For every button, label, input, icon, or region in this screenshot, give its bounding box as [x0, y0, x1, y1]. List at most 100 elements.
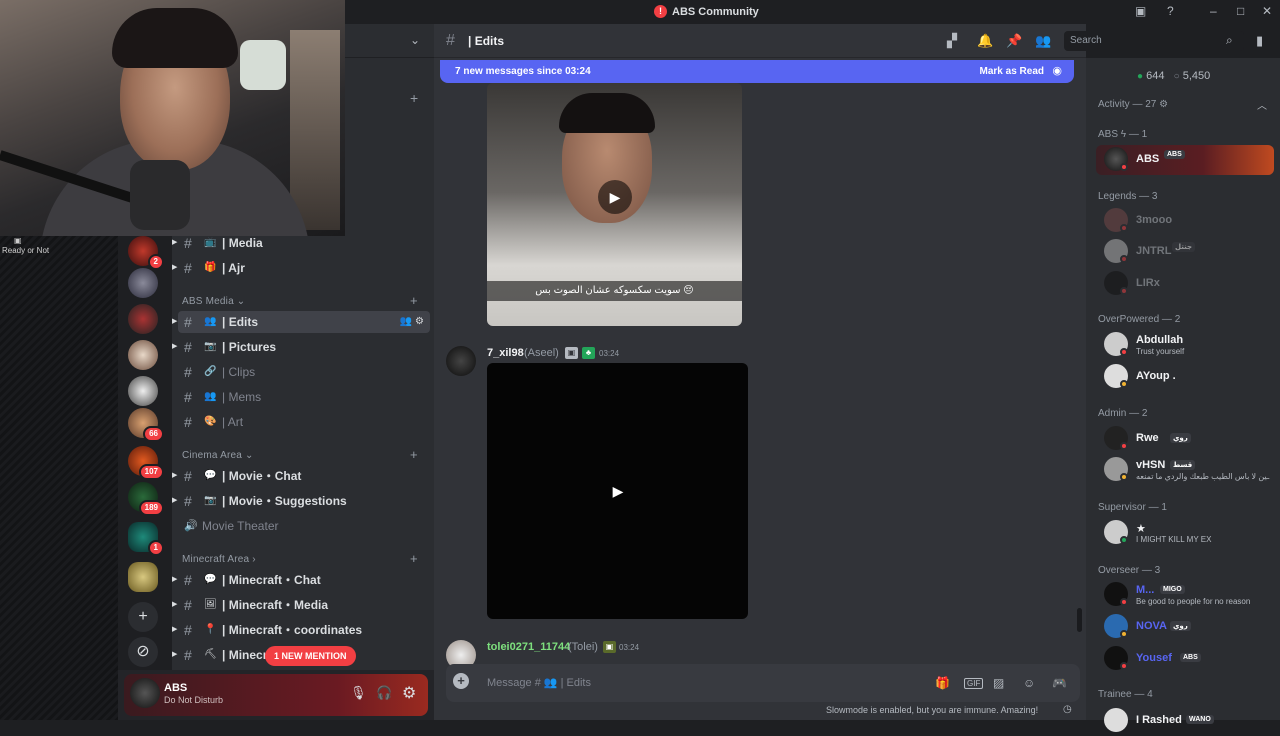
member-item[interactable]: Abdullah Trust yourself: [1096, 330, 1274, 360]
member-item[interactable]: Rwe روي: [1096, 424, 1274, 454]
server-icon[interactable]: [128, 340, 158, 370]
add-channel-icon[interactable]: +: [410, 447, 418, 462]
add-channel-icon[interactable]: +: [410, 293, 418, 308]
role-badge-icon: ♣: [582, 347, 595, 359]
message-author[interactable]: tolei0271_11744: [487, 641, 570, 653]
minimize-icon[interactable]: –: [1210, 4, 1217, 18]
channel-art[interactable]: # 🎨 | Art: [178, 411, 430, 433]
gift-icon[interactable]: 🎁: [935, 676, 950, 690]
member-item[interactable]: NOVA روي: [1096, 612, 1274, 642]
channel-movie-chat[interactable]: ▶ # 💬 | Movie・Chat: [172, 465, 430, 487]
channel-clips[interactable]: # 🔗 | Clips: [178, 361, 430, 383]
hash-icon: #: [184, 314, 192, 330]
add-attachment-icon[interactable]: +: [453, 673, 469, 689]
discover-icon[interactable]: ⊘: [128, 637, 158, 667]
activity-header[interactable]: Activity — 27 ⚙: [1098, 99, 1168, 110]
microphone-icon[interactable]: 🎙: [350, 685, 367, 701]
category-minecraft-area[interactable]: Minecraft Area ›: [182, 554, 256, 565]
channel-minecraft-coordinates[interactable]: ▶ # 📍 | Minecraft・coordinates: [172, 619, 430, 641]
channel-pictures[interactable]: ▶ # 📷 | Pictures: [172, 336, 430, 358]
maximize-icon[interactable]: □: [1237, 4, 1244, 18]
channel-movie-suggestions[interactable]: ▶ # 📷 | Movie・Suggestions: [172, 490, 430, 512]
channel-emoji: 👥: [204, 391, 217, 402]
play-icon[interactable]: ▶: [598, 180, 632, 214]
server-folder[interactable]: [128, 562, 158, 592]
member-item[interactable]: vHSN قسط ـين لا باس الطيب طبعك والردي ما ت…: [1096, 455, 1274, 485]
video-attachment[interactable]: سويت سكسوكه عشان الصوت بس 😔 ▶: [487, 83, 742, 326]
member-item[interactable]: AYoup .: [1096, 362, 1274, 392]
category-abs-media[interactable]: ABS Media ⌄: [182, 296, 245, 307]
new-messages-bar[interactable]: 7 new messages since 03:24 Mark as Read …: [440, 60, 1074, 83]
channel-emoji: 💬: [204, 574, 217, 585]
category-cinema-area[interactable]: Cinema Area ⌄: [182, 450, 254, 461]
close-icon[interactable]: ✕: [1262, 4, 1272, 18]
chevron-up-icon[interactable]: ︿: [1257, 97, 1267, 112]
slowmode-notice: Slowmode is enabled, but you are immune.…: [826, 705, 1039, 715]
member-item[interactable]: 3mooo: [1096, 206, 1274, 236]
add-server-button[interactable]: +: [128, 602, 158, 632]
voice-channel-movie-theater[interactable]: 🔊 Movie Theater: [178, 515, 430, 537]
add-channel-icon[interactable]: +: [410, 551, 418, 566]
search-icon: ⌕: [1226, 33, 1233, 47]
mention-badge: 1: [147, 540, 164, 556]
settings-gear-icon[interactable]: ⚙: [402, 683, 416, 703]
member-count: ● 644 ○ 5,450: [1137, 70, 1211, 82]
threads-icon[interactable]: ▞: [947, 33, 957, 49]
server-folder[interactable]: 189: [128, 482, 164, 516]
channel-media[interactable]: ▶ # 📺 | Media: [172, 236, 430, 254]
add-channel-icon[interactable]: +: [410, 90, 418, 106]
member-item[interactable]: ABS ABS: [1096, 145, 1274, 175]
play-icon[interactable]: ▶: [601, 474, 635, 508]
member-item[interactable]: ★ I MIGHT KILL MY EX: [1096, 518, 1274, 548]
server-icon[interactable]: 107: [128, 446, 164, 480]
chevron-down-icon[interactable]: ⌄: [410, 33, 420, 47]
server-icon[interactable]: [128, 376, 158, 406]
bell-icon[interactable]: 🔔: [977, 33, 993, 49]
channel-emoji: 📷: [204, 341, 217, 352]
channel-emoji: 🎨: [204, 416, 217, 427]
channel-emoji: 📍: [204, 624, 217, 635]
mention-badge: 189: [138, 500, 164, 516]
inbox-icon[interactable]: ▮: [1256, 33, 1263, 49]
headphones-icon[interactable]: 🎧: [376, 685, 392, 701]
channel-minecraft-media[interactable]: ▶ # 🖼 | Minecraft・Media: [172, 594, 430, 616]
apps-icon[interactable]: 🎮: [1052, 676, 1067, 690]
server-icon[interactable]: 2: [128, 236, 164, 270]
new-mention-pill[interactable]: 1 NEW MENTION: [265, 646, 356, 666]
hash-icon: #: [184, 236, 192, 251]
search-input[interactable]: Search: [1064, 31, 1244, 51]
channel-edits[interactable]: ▶ # 👥 | Edits 👥 ⚙: [172, 311, 430, 333]
server-header[interactable]: [345, 24, 434, 58]
channel-settings-icon[interactable]: 👥 ⚙: [400, 311, 424, 333]
message-author[interactable]: 7_xil98: [487, 347, 524, 359]
channel-list: ▶ # 📺 | Media ▶ # 🎁 | Ajr ABS Media ⌄ + ▶ # 👥 | E…: [172, 236, 434, 670]
server-icon[interactable]: [128, 268, 158, 298]
channel-minecraft-chat[interactable]: ▶ # 💬 | Minecraft・Chat: [172, 569, 430, 591]
message-input[interactable]: Message # 👥 | Edits: [487, 676, 591, 689]
help-icon[interactable]: ?: [1167, 4, 1174, 18]
member-item[interactable]: Yousef ABS: [1096, 644, 1274, 674]
server-folder[interactable]: 1: [128, 522, 164, 556]
member-list-icon[interactable]: 👥: [1035, 33, 1051, 49]
avatar[interactable]: [446, 346, 476, 376]
pin-icon[interactable]: 📌: [1006, 33, 1022, 49]
member-item[interactable]: JNTRL جنتل: [1096, 237, 1274, 267]
avatar[interactable]: [130, 678, 160, 708]
member-item[interactable]: LIRx: [1096, 269, 1274, 299]
mark-read-icon: ◉: [1052, 65, 1062, 77]
server-icon[interactable]: 66: [128, 408, 164, 442]
video-caption: سويت سكسوكه عشان الصوت بس 😔: [487, 281, 742, 301]
mark-as-read-button[interactable]: Mark as Read: [980, 66, 1044, 77]
server-icon[interactable]: [128, 304, 158, 334]
member-item[interactable]: I Rashed WANO: [1096, 706, 1274, 736]
gif-icon[interactable]: GIF: [964, 678, 984, 689]
hash-icon: #: [184, 647, 192, 663]
chat-scrollbar[interactable]: [1077, 608, 1082, 632]
video-attachment[interactable]: ▶: [487, 363, 748, 619]
sticker-icon[interactable]: ▨: [993, 676, 1004, 690]
channel-mems[interactable]: # 👥 | Mems: [178, 386, 430, 408]
inbox-alert-icon[interactable]: ▣: [1135, 4, 1146, 18]
member-item[interactable]: M... MIGO Be good to people for no reason: [1096, 580, 1274, 610]
emoji-icon[interactable]: ☺: [1023, 676, 1035, 690]
channel-ajr[interactable]: ▶ # 🎁 | Ajr: [172, 257, 430, 279]
